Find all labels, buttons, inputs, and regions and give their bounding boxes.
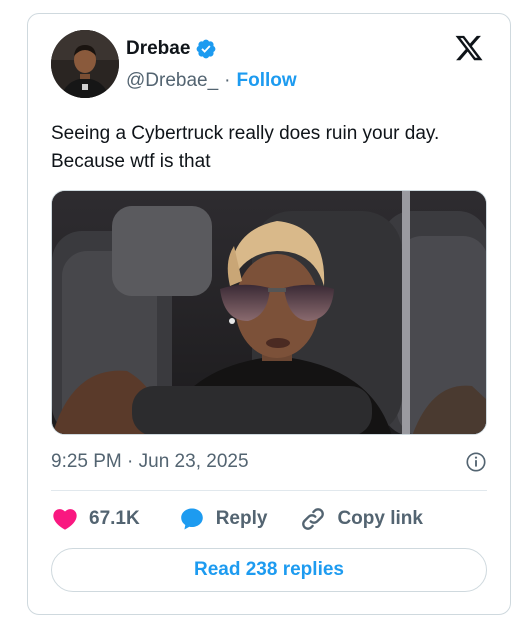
speech-bubble-icon — [180, 508, 203, 530]
timestamp-row: 9:25 PM · Jun 23, 2025 — [51, 451, 487, 473]
read-replies-label: Read 238 replies — [194, 559, 344, 580]
author-name[interactable]: Drebae — [126, 38, 190, 60]
x-logo-icon[interactable] — [453, 33, 485, 63]
reply-button[interactable]: Reply — [178, 505, 268, 533]
media-image — [52, 191, 486, 434]
separator-dot: · — [224, 70, 231, 91]
action-bar: 67.1K Reply Copy link — [51, 505, 487, 533]
author-name-row[interactable]: Drebae — [126, 38, 217, 60]
info-icon[interactable] — [465, 451, 487, 473]
author-handle-row: @Drebae_ · Follow — [126, 70, 297, 92]
copy-link-label: Copy link — [337, 508, 423, 529]
author-avatar[interactable] — [51, 30, 119, 98]
avatar-image — [51, 30, 119, 98]
tweet-timestamp[interactable]: 9:25 PM · Jun 23, 2025 — [51, 451, 249, 473]
reply-label: Reply — [215, 508, 268, 529]
follow-button[interactable]: Follow — [237, 70, 297, 92]
like-count: 67.1K — [89, 508, 140, 529]
tweet-text: Seeing a Cybertruck really does ruin you… — [51, 123, 440, 172]
tweet-media[interactable] — [51, 190, 487, 435]
divider — [51, 490, 487, 491]
author-handle[interactable]: @Drebae_ — [126, 70, 218, 92]
link-icon — [302, 508, 325, 530]
read-replies-button[interactable]: Read 238 replies — [51, 548, 487, 592]
verified-badge-icon — [197, 39, 216, 59]
heart-icon — [53, 509, 77, 530]
copy-link-button[interactable]: Copy link — [299, 505, 423, 533]
like-button[interactable]: 67.1K — [51, 505, 140, 533]
